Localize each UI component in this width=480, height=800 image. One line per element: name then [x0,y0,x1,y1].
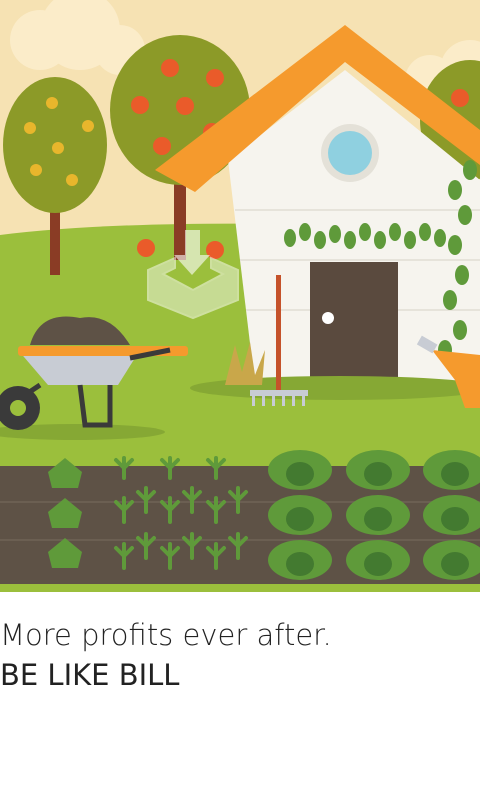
lettuce-row [48,458,82,568]
door [310,262,398,385]
ad-headline: More profits ever after. [0,618,332,652]
cabbage-rows [268,450,480,580]
garden-illustration [0,0,480,592]
ad-tagline: BE LIKE BILL [0,658,180,692]
